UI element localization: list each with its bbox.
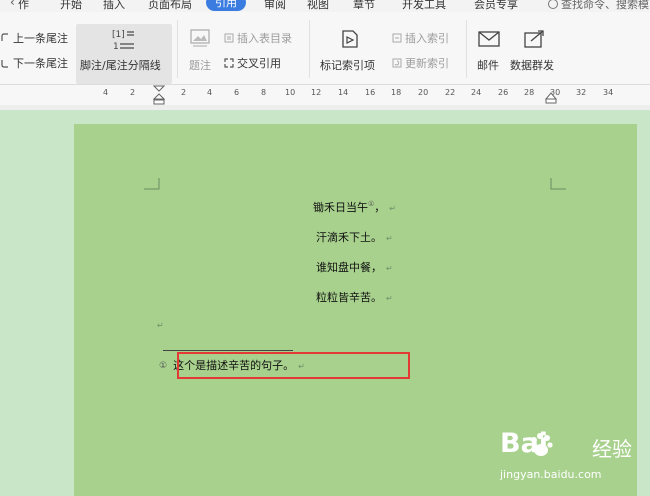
- svg-text:1: 1: [113, 42, 119, 52]
- next-footnote-icon: [1, 60, 8, 68]
- search-icon: [548, 0, 558, 9]
- poem-line-2-text: 汗滴禾下土。: [316, 231, 382, 244]
- paragraph-mark: ↵: [386, 294, 393, 303]
- menu-item-layout[interactable]: 页面布局: [148, 0, 192, 12]
- margin-corner-top-left: [144, 178, 160, 190]
- poem-line-3-text: 谁知盘中餐，: [316, 261, 382, 274]
- caption-button[interactable]: 题注: [189, 57, 211, 73]
- watermark-logo: Bai: [500, 428, 549, 459]
- right-indent-marker-icon[interactable]: [545, 92, 557, 104]
- ruler-tick: 6: [234, 88, 240, 97]
- ribbon-separator: [309, 20, 310, 78]
- menu-item-home[interactable]: 开始: [60, 0, 82, 12]
- table-of-figures-icon: [224, 33, 234, 43]
- ribbon-separator: [466, 20, 467, 78]
- insert-toc-label: 插入表目录: [237, 32, 292, 45]
- update-index-button[interactable]: 更新索引: [392, 55, 449, 71]
- poem-line-1-punct: ，: [374, 201, 386, 214]
- mail-merge-button[interactable]: 数据群发: [510, 57, 554, 73]
- search-placeholder: 查找命令、搜索模: [561, 0, 649, 11]
- ruler-tick: 32: [576, 88, 587, 97]
- ruler-tick: 2: [130, 88, 136, 97]
- mark-index-icon: [342, 30, 358, 48]
- ribbon-separator: [177, 20, 178, 78]
- ruler-tick: 28: [524, 88, 535, 97]
- insert-index-label: 插入索引: [405, 32, 449, 45]
- watermark-logo-suffix: 经验: [592, 437, 632, 461]
- poem-line-4-text: 粒粒皆辛苦。: [316, 291, 382, 304]
- paragraph-mark: ↵: [157, 321, 164, 330]
- paragraph-mark: ↵: [386, 264, 393, 273]
- ruler-tick: 16: [365, 88, 376, 97]
- menu-item-chapter[interactable]: 章节: [353, 0, 375, 12]
- poem-line-4: 粒粒皆辛苦。 ↵: [316, 289, 393, 305]
- menu-item-member[interactable]: 会员专享: [474, 0, 518, 12]
- caption-icon: [190, 29, 210, 47]
- prev-footnote-label: 上一条尾注: [13, 32, 68, 45]
- poem-line-1: 锄禾日当午①， ↵: [313, 199, 396, 215]
- margin-corner-top-right: [550, 178, 566, 190]
- next-footnote-button[interactable]: 下一条尾注: [0, 55, 68, 71]
- ruler-tick: 20: [418, 88, 429, 97]
- menu-item-review[interactable]: 审阅: [264, 0, 286, 12]
- baidu-watermark: Bai 经验 jingyan.baidu.com: [470, 428, 640, 488]
- mail-icon: [478, 31, 500, 47]
- ruler-tick: 10: [285, 88, 296, 97]
- paragraph-mark: ↵: [389, 204, 396, 213]
- menu-item-insert[interactable]: 插入: [103, 0, 125, 12]
- footnote-separator-icon: [1] 1: [112, 30, 134, 52]
- poem-line-2: 汗滴禾下土。 ↵: [316, 229, 393, 245]
- empty-paragraph: ↵: [157, 318, 164, 331]
- footnote-separator-line: [163, 350, 293, 351]
- poem-line-3: 谁知盘中餐， ↵: [316, 259, 393, 275]
- ruler-tick: 4: [207, 88, 213, 97]
- highlight-annotation-box: [177, 352, 410, 379]
- menu-bar: ‹ 作 开始 插入 页面布局 引用 审阅 视图 章节 开发工具 会员专享 查找命…: [0, 0, 650, 12]
- ruler-tick: 14: [338, 88, 349, 97]
- paragraph-mark: ↵: [386, 234, 393, 243]
- menu-item-view[interactable]: 视图: [307, 0, 329, 12]
- menu-item-developer[interactable]: 开发工具: [402, 0, 446, 12]
- update-index-icon: [392, 58, 402, 68]
- mail-button[interactable]: 邮件: [477, 57, 499, 73]
- chevron-left-icon[interactable]: ‹: [10, 0, 15, 9]
- ruler-tick: 18: [391, 88, 402, 97]
- poem-line-1-text: 锄禾日当午: [313, 201, 368, 214]
- indent-marker-icon[interactable]: [153, 85, 165, 105]
- prev-footnote-icon: [1, 33, 8, 41]
- ruler-tick: 2: [181, 88, 187, 97]
- ruler-tick: 26: [498, 88, 509, 97]
- svg-text:[1]: [1]: [112, 30, 125, 40]
- insert-index-button[interactable]: 插入索引: [392, 30, 449, 46]
- footnote-number: ①: [159, 361, 168, 371]
- horizontal-ruler[interactable]: 4 2 2 4 6 8 10 12 14 16 18 20 22 24 26 2…: [0, 85, 650, 106]
- ribbon-toolbar: 上一条尾注 下一条尾注 [1] 1 脚注/尾注分隔线 题注 插入表目录 交叉引用…: [0, 12, 650, 85]
- update-index-label: 更新索引: [405, 57, 449, 70]
- cross-reference-label: 交叉引用: [237, 57, 281, 70]
- footnote-separator-button[interactable]: 脚注/尾注分隔线: [80, 57, 161, 73]
- mail-merge-icon: [524, 30, 544, 48]
- menu-item-file[interactable]: 作: [18, 0, 29, 12]
- command-search[interactable]: 查找命令、搜索模: [548, 0, 649, 12]
- ruler-tick: 8: [261, 88, 267, 97]
- mark-index-button[interactable]: 标记索引项: [320, 57, 375, 73]
- insert-toc-button[interactable]: 插入表目录: [224, 30, 292, 46]
- watermark-url: jingyan.baidu.com: [500, 468, 602, 481]
- ruler-tick: 12: [311, 88, 322, 97]
- cross-reference-icon: [224, 58, 234, 68]
- next-footnote-label: 下一条尾注: [13, 57, 68, 70]
- prev-footnote-button[interactable]: 上一条尾注: [0, 30, 68, 46]
- toolbar-shadow: [0, 105, 650, 110]
- insert-index-icon: [392, 33, 402, 43]
- ruler-tick: 24: [471, 88, 482, 97]
- menu-item-references[interactable]: 引用: [206, 0, 246, 11]
- ruler-tick: 22: [445, 88, 456, 97]
- ruler-tick: 34: [603, 88, 614, 97]
- ruler-tick: 4: [103, 88, 109, 97]
- cross-reference-button[interactable]: 交叉引用: [224, 55, 281, 71]
